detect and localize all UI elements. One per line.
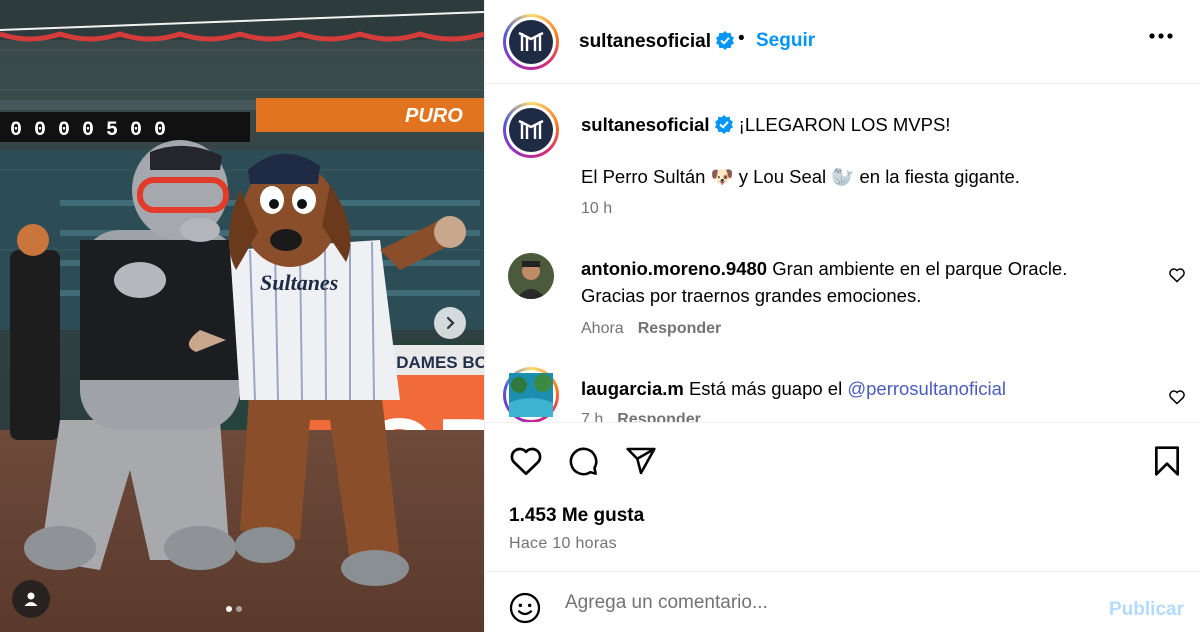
- caption-text: sultanesoficial ¡LLEGARON LOS MVPS!: [581, 111, 1131, 138]
- carousel-indicator: [226, 606, 242, 612]
- comment-mention-link[interactable]: @perrosultanoficial: [847, 378, 1006, 399]
- pool-photo-icon: [509, 373, 553, 417]
- stadium-mascots-image: 0 0 0 0 5 0 0 PURO LY ADAMES BOBBLE OR .…: [0, 0, 484, 632]
- share-icon[interactable]: [624, 445, 658, 477]
- comment-body: Está más guapo el: [688, 378, 843, 399]
- author-username-text[interactable]: sultanesoficial: [579, 31, 711, 52]
- caption-line-1: ¡LLEGARON LOS MVPS!: [738, 114, 951, 135]
- comment-time: 7 h: [581, 411, 604, 422]
- ad-banner-text: PURO: [405, 105, 463, 127]
- reply-button[interactable]: Responder: [638, 320, 722, 337]
- tagged-user-icon: [24, 592, 38, 606]
- caption-line-2: El Perro Sultán 🐶 y Lou Seal 🦭 en la fie…: [581, 166, 1020, 187]
- caption-time: 10 h: [581, 200, 613, 217]
- carousel-dot-1: [226, 606, 232, 612]
- bookmark-icon[interactable]: [1153, 445, 1181, 477]
- comment-composer: Publicar: [485, 573, 1200, 632]
- emoji-icon[interactable]: [509, 592, 541, 624]
- heart-icon[interactable]: [509, 445, 543, 477]
- comment-author[interactable]: antonio.moreno.9480: [581, 258, 767, 279]
- verified-badge-icon: [714, 115, 733, 134]
- tagged-user-button[interactable]: [12, 580, 50, 618]
- caption-author-avatar[interactable]: [503, 102, 559, 158]
- reply-button[interactable]: Responder: [617, 411, 701, 422]
- post-photo[interactable]: 0 0 0 0 5 0 0 PURO LY ADAMES BOBBLE OR .…: [0, 0, 484, 632]
- publish-button[interactable]: Publicar: [1109, 599, 1184, 621]
- comment-author[interactable]: laugarcia.m: [581, 378, 684, 399]
- caption-author[interactable]: sultanesoficial: [581, 114, 710, 135]
- comment-meta: Ahora Responder: [581, 320, 721, 338]
- post-timestamp[interactable]: Hace 10 horas: [509, 535, 617, 553]
- post-actions: 1.453 Me gusta Hace 10 horas: [485, 422, 1200, 572]
- comment-text: antonio.moreno.9480 Gran ambiente en el …: [581, 255, 1131, 309]
- comment-icon[interactable]: [567, 445, 599, 477]
- carousel-dot-2: [236, 606, 242, 612]
- sultanes-logo-icon: [509, 108, 553, 152]
- scoreboard-text: 0 0 0 0 5 0 0: [10, 119, 166, 142]
- post-header: sultanesoficial • Seguir: [485, 0, 1200, 84]
- more-options-icon[interactable]: [1149, 33, 1173, 39]
- post-side-panel: sultanesoficial • Seguir sultanesoficial…: [484, 0, 1200, 632]
- comment-text: laugarcia.m Está más guapo el @perrosult…: [581, 375, 1131, 402]
- verified-badge-icon: [716, 31, 734, 50]
- comment-time: Ahora: [581, 320, 624, 337]
- jersey-text: Sultanes: [260, 270, 338, 295]
- sultanes-logo-icon: [509, 20, 553, 64]
- commenter-avatar[interactable]: [508, 253, 554, 299]
- commenter-avatar[interactable]: [503, 367, 559, 422]
- author-avatar[interactable]: [503, 14, 559, 70]
- like-comment-heart-icon[interactable]: [1168, 389, 1186, 405]
- like-comment-heart-icon[interactable]: [1168, 267, 1186, 283]
- chevron-right-icon: [446, 316, 455, 330]
- comment-meta: 7 h Responder: [581, 411, 701, 422]
- comments-list[interactable]: sultanesoficial ¡LLEGARON LOS MVPS! El P…: [485, 85, 1200, 422]
- likes-count[interactable]: 1.453 Me gusta: [509, 505, 644, 527]
- author-username[interactable]: sultanesoficial: [579, 30, 735, 53]
- carousel-next-button[interactable]: [434, 307, 466, 339]
- separator-dot: •: [738, 28, 745, 49]
- comment-input[interactable]: [565, 591, 1085, 615]
- follow-button[interactable]: Seguir: [756, 30, 815, 52]
